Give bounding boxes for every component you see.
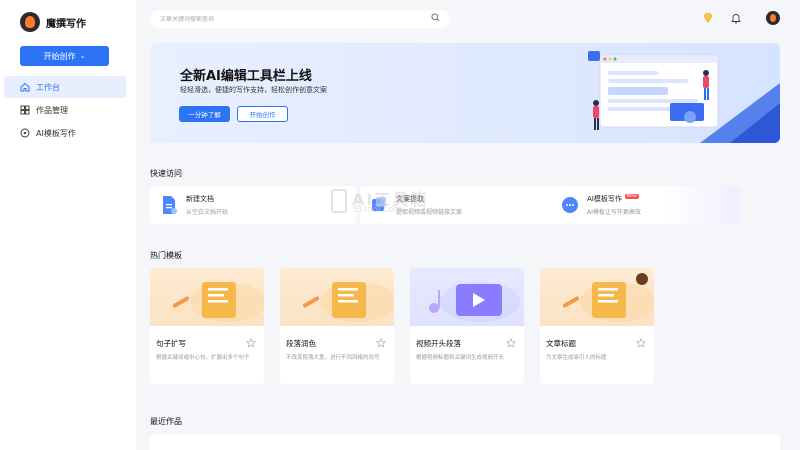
template-name: 视频开头段落 [416, 339, 461, 348]
sidebar: 魔撰写作 开始创作 ⌄ 工作台 作品管理 AI模板写作 [0, 0, 136, 450]
brand-logo[interactable]: 魔撰写作 [20, 12, 86, 32]
grid-icon [20, 105, 30, 115]
templates-title: 热门模板 [150, 251, 182, 260]
quick-item-subtitle: AI模板让写作更高效 [587, 209, 641, 216]
banner-illustration [588, 51, 780, 143]
sidebar-item-label: AI模板写作 [36, 128, 76, 138]
quick-item-ai-template[interactable]: AI模板写作 New AI模板让写作更高效 [551, 186, 740, 224]
star-icon[interactable] [246, 338, 256, 348]
sidebar-item-label: 作品管理 [36, 105, 68, 115]
quick-access-title: 快速访问 [150, 169, 182, 178]
quick-item-new-doc[interactable]: 新建文档 从空白文档开始 [150, 186, 356, 224]
compass-icon [20, 128, 30, 138]
template-name: 文章标题 [546, 339, 576, 348]
template-desc: 不改变段落大意，进行不同风格的改写 [286, 355, 380, 361]
new-badge: New [624, 193, 639, 199]
template-desc: 根据视频标题和关键词生成视频开头 [416, 355, 505, 361]
template-card[interactable]: 句子扩写 根据关键词或中心句，扩展出多个句子 [150, 268, 264, 384]
sidebar-item-works[interactable]: 作品管理 [4, 99, 126, 121]
notebook-illustration [172, 282, 264, 322]
template-card[interactable]: 段落润色 不改变段落大意，进行不同风格的改写 [280, 268, 394, 384]
avatar[interactable] [766, 11, 780, 25]
star-icon[interactable] [506, 338, 516, 348]
banner-subtitle: 轻轻滑选，便捷的写作支持，轻松创作创意文案 [180, 86, 327, 94]
quick-item-extract[interactable]: 文案提取 提取视频或视频链接文案 [360, 186, 566, 224]
template-thumbnail [280, 268, 394, 326]
notebook-illustration [302, 282, 394, 322]
sidebar-item-label: 工作台 [36, 82, 60, 92]
start-create-label: 开始创作 [43, 51, 76, 61]
start-create-button[interactable]: 开始创作 ⌄ [20, 46, 109, 66]
learn-more-button[interactable]: 一分钟了解 [179, 106, 230, 122]
star-icon[interactable] [376, 338, 386, 348]
brand-name: 魔撰写作 [46, 18, 86, 30]
header-actions [702, 11, 780, 25]
document-icon [163, 196, 177, 214]
sidebar-nav: 工作台 作品管理 AI模板写作 [4, 76, 126, 145]
template-desc: 为文章生成吸引人的标题 [546, 355, 607, 361]
promo-banner: 全新AI编辑工具栏上线 轻轻滑选，便捷的写作支持，轻松创作创意文案 一分钟了解 … [150, 43, 780, 143]
home-icon [20, 82, 30, 92]
chat-bubble-icon [562, 197, 578, 213]
quick-item-title: AI模板写作 [587, 195, 622, 203]
logo-icon [20, 12, 40, 32]
quick-item-title-wrap: AI模板写作 New [587, 193, 641, 204]
quick-item-title: 新建文档 [186, 195, 214, 203]
template-card[interactable]: 视频开头段落 根据视频标题和关键词生成视频开头 [410, 268, 524, 384]
video-illustration [429, 282, 520, 322]
templates-row: 句子扩写 根据关键词或中心句，扩展出多个句子 段落润色 不改变段落大意，进行不同… [150, 268, 660, 384]
search-icon[interactable] [431, 13, 440, 25]
banner-title: 全新AI编辑工具栏上线 [180, 69, 312, 84]
banner-start-button[interactable]: 开始创作 [237, 106, 288, 122]
search-input[interactable] [160, 15, 431, 23]
extract-icon [372, 197, 386, 211]
template-thumbnail [540, 268, 654, 326]
template-thumbnail [410, 268, 524, 326]
search-bar [150, 10, 450, 28]
quick-item-subtitle: 从空白文档开始 [186, 209, 229, 216]
vip-diamond-icon[interactable] [702, 12, 714, 24]
recent-title: 最近作品 [150, 417, 182, 426]
template-thumbnail [150, 268, 264, 326]
recent-works-panel [150, 434, 780, 450]
chevron-down-icon: ⌄ [79, 52, 86, 60]
template-desc: 根据关键词或中心句，扩展出多个句子 [156, 355, 250, 361]
bell-icon[interactable] [730, 12, 742, 24]
template-name: 段落润色 [286, 339, 316, 348]
crown-icon [636, 273, 648, 285]
sidebar-item-workbench[interactable]: 工作台 [4, 76, 126, 98]
template-card[interactable]: 文章标题 为文章生成吸引人的标题 [540, 268, 654, 384]
template-name: 句子扩写 [156, 339, 186, 348]
quick-item-subtitle: 提取视频或视频链接文案 [396, 209, 463, 216]
star-icon[interactable] [636, 338, 646, 348]
quick-access-row: 新建文档 从空白文档开始 文案提取 提取视频或视频链接文案 AI模板写作 New… [150, 186, 780, 224]
sidebar-item-ai-templates[interactable]: AI模板写作 [4, 122, 126, 144]
quick-item-title: 文案提取 [396, 195, 424, 203]
